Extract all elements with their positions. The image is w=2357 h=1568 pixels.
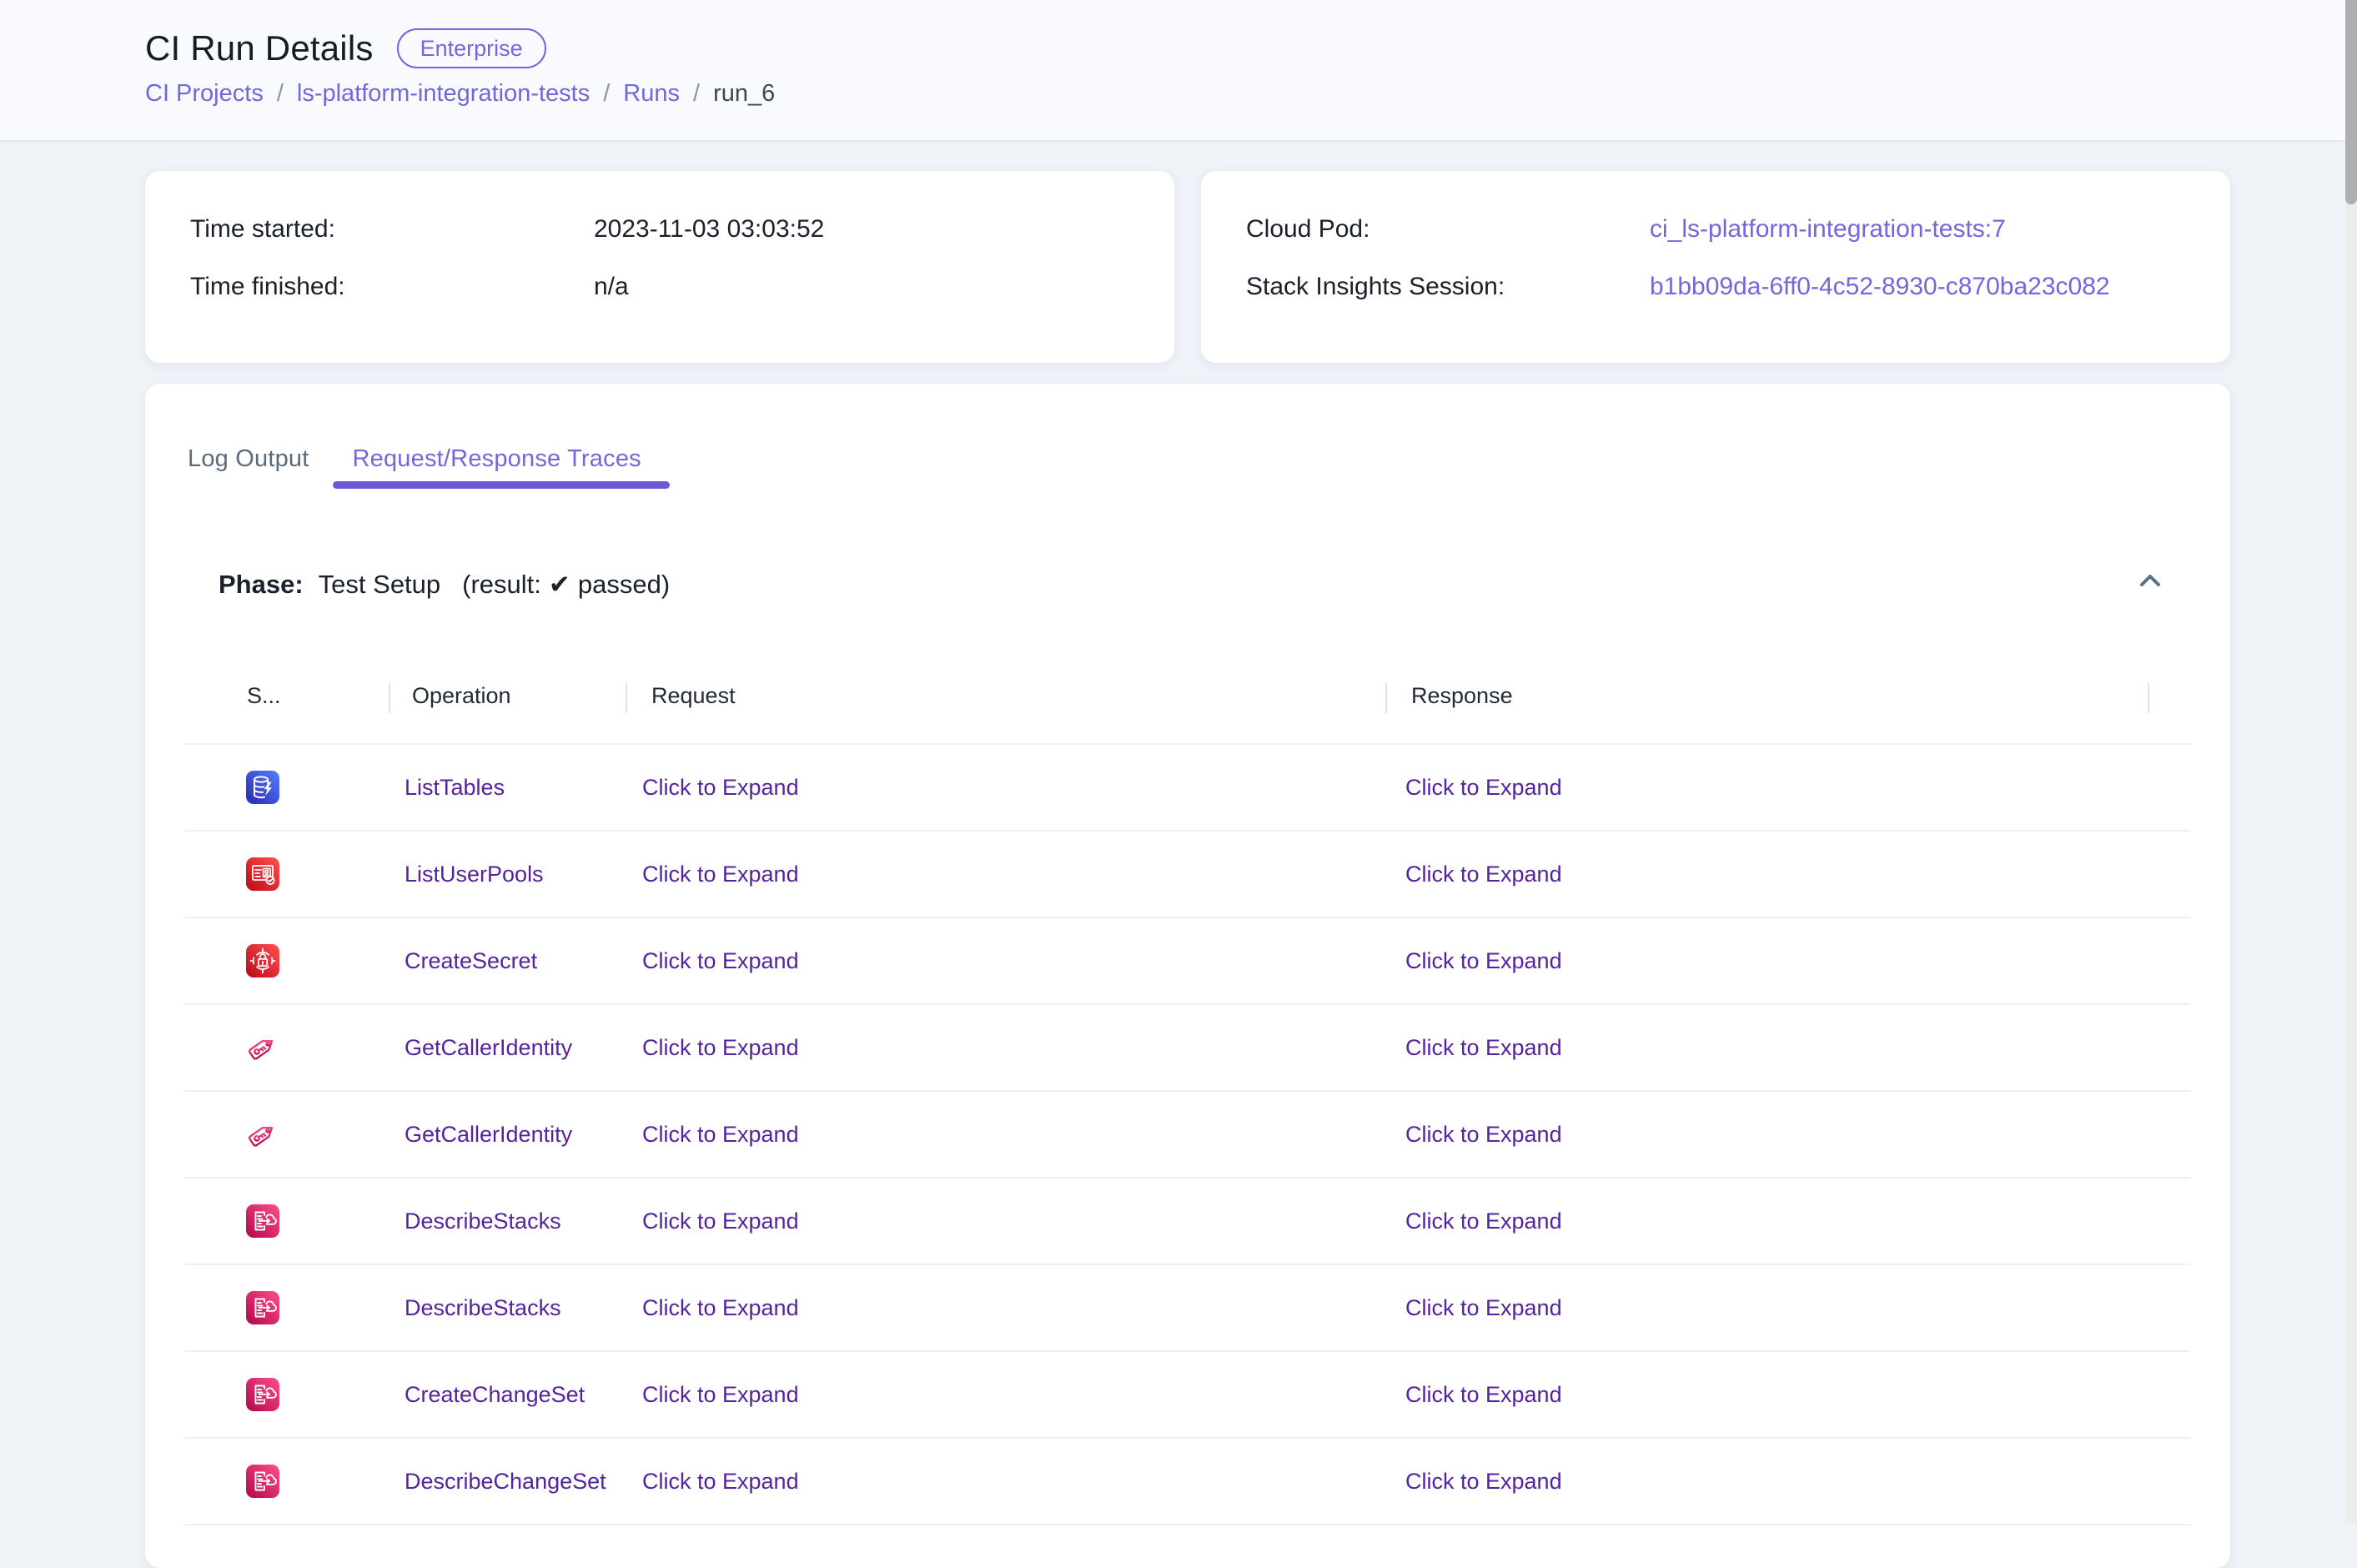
request-expand-link[interactable]: Click to Expand: [642, 1439, 799, 1524]
operation-link[interactable]: CreateChangeSet: [405, 1352, 585, 1437]
scrollbar[interactable]: [2345, 0, 2357, 1523]
operation-link[interactable]: ListUserPools: [405, 832, 544, 917]
cloudformation-icon: [246, 1204, 279, 1238]
trace-row: GetCallerIdentity Click to Expand Click …: [185, 1005, 2190, 1092]
run-times-card: Time started: 2023-11-03 03:03:52 Time f…: [145, 171, 1174, 363]
trace-row: ListUserPools Click to Expand Click to E…: [185, 832, 2190, 918]
cloudformation-icon: [246, 1465, 279, 1498]
response-expand-link[interactable]: Click to Expand: [1405, 1265, 1562, 1350]
response-expand-link[interactable]: Click to Expand: [1405, 1439, 1562, 1524]
request-expand-link[interactable]: Click to Expand: [642, 1179, 799, 1264]
breadcrumb-item-ci-projects[interactable]: CI Projects: [145, 80, 264, 108]
sts-icon: [246, 1031, 279, 1064]
request-expand-link[interactable]: Click to Expand: [642, 1092, 799, 1177]
scrollbar-thumb[interactable]: [2345, 0, 2357, 204]
breadcrumb-separator: /: [603, 80, 610, 108]
request-expand-link[interactable]: Click to Expand: [642, 1005, 799, 1090]
trace-row: DescribeChangeSet Click to Expand Click …: [185, 1439, 2190, 1525]
operation-link[interactable]: GetCallerIdentity: [405, 1092, 572, 1177]
dynamodb-icon: [246, 771, 279, 804]
breadcrumb: CI Projects / ls-platform-integration-test…: [145, 80, 775, 108]
trace-table-body: ListTables Click to Expand Click to Expa…: [185, 743, 2190, 1525]
collapse-phase-button[interactable]: [2128, 560, 2172, 604]
column-header-response: Response: [1411, 681, 1513, 710]
active-tab-indicator: [333, 481, 670, 489]
secretsmanager-icon: [246, 944, 279, 977]
response-expand-link[interactable]: Click to Expand: [1405, 1092, 1562, 1177]
column-divider: [1385, 683, 1387, 713]
response-expand-link[interactable]: Click to Expand: [1405, 832, 1562, 917]
column-divider: [2148, 683, 2149, 713]
time-started-label: Time started:: [190, 214, 594, 245]
request-expand-link[interactable]: Click to Expand: [642, 918, 799, 1003]
operation-link[interactable]: ListTables: [405, 745, 505, 830]
tabs: Log OutputRequest/Response Traces: [166, 435, 663, 482]
stack-insights-session-label: Stack Insights Session:: [1246, 271, 1650, 303]
request-expand-link[interactable]: Click to Expand: [642, 1352, 799, 1437]
operation-link[interactable]: GetCallerIdentity: [405, 1005, 572, 1090]
cloud-pod-label: Cloud Pod:: [1246, 214, 1650, 245]
cloud-pod-link[interactable]: ci_ls-platform-integration-tests:7: [1650, 214, 2006, 245]
operation-link[interactable]: DescribeStacks: [405, 1179, 561, 1264]
tab-log-output[interactable]: Log Output: [166, 435, 331, 482]
phase-label: Phase:: [219, 570, 304, 600]
trace-row: CreateSecret Click to Expand Click to Ex…: [185, 918, 2190, 1005]
trace-row: CreateChangeSet Click to Expand Click to…: [185, 1352, 2190, 1439]
column-divider: [626, 683, 627, 713]
trace-row: DescribeStacks Click to Expand Click to …: [185, 1179, 2190, 1265]
request-expand-link[interactable]: Click to Expand: [642, 1265, 799, 1350]
breadcrumb-separator: /: [277, 80, 284, 108]
phase-result-prefix: (result:: [462, 570, 541, 600]
breadcrumb-item-ls-platform-integration-tests[interactable]: ls-platform-integration-tests: [297, 80, 590, 108]
cloudformation-icon: [246, 1378, 279, 1411]
operation-link[interactable]: DescribeStacks: [405, 1265, 561, 1350]
stack-insights-session-link[interactable]: b1bb09da-6ff0-4c52-8930-c870ba23c082: [1650, 271, 2110, 303]
time-started-value: 2023-11-03 03:03:52: [594, 214, 824, 245]
phase-name: Test Setup: [319, 570, 440, 600]
operation-link[interactable]: CreateSecret: [405, 918, 537, 1003]
enterprise-badge: Enterprise: [397, 28, 546, 68]
tab-request-response-traces[interactable]: Request/Response Traces: [331, 435, 663, 482]
phase-result-suffix: passed): [578, 570, 670, 600]
breadcrumb-item-run-6: run_6: [713, 80, 775, 108]
traces-card: Log OutputRequest/Response Traces Phase:…: [145, 384, 2230, 1568]
trace-row: GetCallerIdentity Click to Expand Click …: [185, 1092, 2190, 1179]
column-header-operation: Operation: [412, 681, 511, 710]
sts-icon: [246, 1118, 279, 1151]
breadcrumb-separator: /: [693, 80, 700, 108]
response-expand-link[interactable]: Click to Expand: [1405, 1352, 1562, 1437]
run-links-card: Cloud Pod: ci_ls-platform-integration-te…: [1201, 171, 2230, 363]
chevron-up-icon: [2135, 565, 2165, 600]
check-icon: ✔: [549, 570, 570, 600]
response-expand-link[interactable]: Click to Expand: [1405, 918, 1562, 1003]
operation-link[interactable]: DescribeChangeSet: [405, 1439, 606, 1524]
column-header-request: Request: [651, 681, 736, 710]
page-header: CI Run Details Enterprise CI Projects / ls…: [0, 0, 2345, 142]
phase-header: Phase: Test Setup (result: ✔ passed): [219, 567, 670, 602]
response-expand-link[interactable]: Click to Expand: [1405, 1005, 1562, 1090]
trace-row: ListTables Click to Expand Click to Expa…: [185, 745, 2190, 832]
time-finished-label: Time finished:: [190, 271, 594, 303]
breadcrumb-item-runs[interactable]: Runs: [623, 80, 680, 108]
time-finished-value: n/a: [594, 271, 629, 303]
column-divider: [389, 683, 390, 713]
request-expand-link[interactable]: Click to Expand: [642, 745, 799, 830]
trace-row: DescribeStacks Click to Expand Click to …: [185, 1265, 2190, 1352]
response-expand-link[interactable]: Click to Expand: [1405, 1179, 1562, 1264]
request-expand-link[interactable]: Click to Expand: [642, 832, 799, 917]
cloudformation-icon: [246, 1291, 279, 1324]
column-header-service: S...: [247, 681, 281, 710]
response-expand-link[interactable]: Click to Expand: [1405, 745, 1562, 830]
page-title: CI Run Details: [145, 28, 374, 68]
cognito-icon: [246, 857, 279, 891]
